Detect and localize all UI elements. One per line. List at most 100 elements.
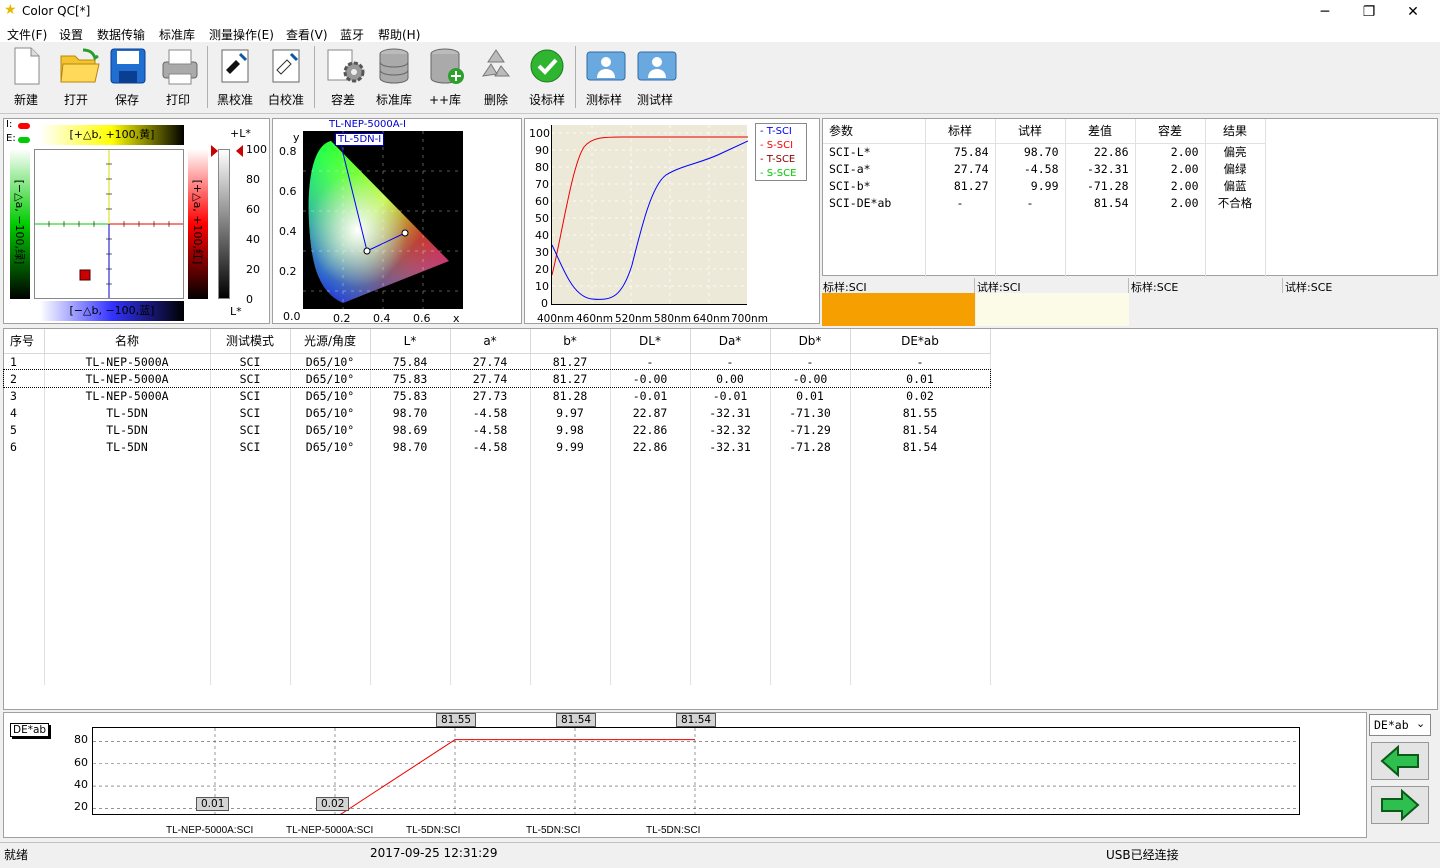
toolbar: 新建 打开 保存 打印 黑校准 白校准 容差 标准库 ++库 删除 设标样 测标… [0, 42, 1440, 114]
menu-file[interactable]: 文件(F) [7, 26, 47, 43]
standard-sci-swatch: 标样:SCI [822, 278, 975, 326]
table-cell: -71.28 [770, 438, 851, 455]
negative-a-label: [−△a, −100,绿] [13, 179, 26, 265]
table-cell: 75.84 [370, 353, 451, 370]
save-button[interactable]: 保存 [101, 46, 153, 110]
tolerance-button[interactable]: 容差 [317, 46, 369, 110]
table-cell: TL-5DN [44, 438, 211, 455]
spectrum-plot-svg [551, 125, 749, 305]
app-icon: ★ [4, 2, 17, 18]
save-label: 保存 [114, 93, 139, 107]
minimize-button[interactable]: ─ [1302, 2, 1348, 22]
l-tick: 40 [246, 233, 260, 246]
results-cell: 偏亮 [1205, 143, 1266, 160]
table-cell: 81.54 [850, 421, 991, 438]
black-calibration-button[interactable]: 黑校准 [209, 46, 261, 110]
measure-standard-button[interactable]: 测标样 [578, 46, 630, 110]
metric-dropdown[interactable]: DE*ab ⌄ [1369, 714, 1431, 736]
table-cell: 1 [4, 353, 45, 370]
folder-icon [57, 46, 100, 86]
menu-data-transfer[interactable]: 数据传输 [97, 26, 145, 43]
cie-x-tick: 0.2 [333, 312, 351, 325]
column-header[interactable]: DE*ab [850, 329, 991, 354]
menu-view[interactable]: 查看(V) [286, 26, 328, 43]
results-cell: -71.28 [1065, 177, 1136, 194]
table-cell: D65/10° [290, 353, 371, 370]
table-row[interactable]: 2 TL-NEP-5000A SCI D65/10° 75.83 27.74 81.27 -0… [3, 369, 991, 388]
standard-library-button[interactable]: 标准库 [368, 46, 420, 110]
table-cell: -4.58 [450, 421, 531, 438]
new-button[interactable]: 新建 [0, 46, 52, 110]
column-header[interactable]: b* [530, 329, 611, 354]
metric-dropdown-value: DE*ab [1374, 718, 1409, 732]
positive-b-bar: [+△b, +100,黄] [40, 125, 184, 145]
table-cell [290, 455, 371, 685]
cie-y-tick: 0.4 [279, 225, 297, 238]
table-row[interactable]: 4 TL-5DN SCI D65/10° 98.70 -4.58 9.97 22.87 -32.… [4, 404, 991, 421]
set-standard-button[interactable]: 设标样 [521, 46, 573, 110]
spectrum-y-tick: 90 [535, 144, 549, 157]
table-cell: -0.01 [610, 387, 691, 404]
next-button[interactable] [1371, 786, 1429, 824]
trend-x-label: TL-NEP-5000A:SCI [166, 825, 254, 836]
maximize-button[interactable]: ❐ [1346, 2, 1392, 22]
menu-help[interactable]: 帮助(H) [378, 26, 420, 43]
table-cell: 3 [4, 387, 45, 404]
results-cell: 偏绿 [1205, 160, 1266, 177]
column-header[interactable]: Db* [770, 329, 851, 354]
close-button[interactable]: ✕ [1390, 2, 1436, 22]
column-header[interactable]: L* [370, 329, 451, 354]
results-cell: SCI-b* [823, 177, 926, 194]
open-button[interactable]: 打开 [50, 46, 102, 110]
table-cell: SCI [210, 353, 291, 370]
column-header[interactable]: Da* [690, 329, 771, 354]
menu-settings[interactable]: 设置 [59, 26, 83, 43]
open-label: 打开 [63, 93, 88, 107]
table-row[interactable]: 1 TL-NEP-5000A SCI D65/10° 75.84 27.74 81.27- -… [4, 353, 991, 370]
results-header: 结果 [1205, 119, 1266, 144]
table-cell [530, 455, 611, 685]
table-cell [210, 455, 291, 685]
cie-y-tick: 0.6 [279, 185, 297, 198]
column-header[interactable]: 光源/角度 [290, 329, 371, 354]
table-row[interactable]: 5 TL-5DN SCI D65/10° 98.69 -4.58 9.98 22.86 -32.… [4, 421, 991, 438]
recycle-icon [477, 46, 515, 86]
trend-x-label: TL-NEP-5000A:SCI [286, 825, 374, 836]
trend-plot-svg [93, 728, 1299, 819]
menu-standard-library[interactable]: 标准库 [159, 26, 195, 43]
spectrum-y-tick: 0 [541, 297, 548, 310]
trend-value-label: 81.54 [556, 713, 597, 727]
column-header[interactable]: DL* [610, 329, 691, 354]
white-calibration-button[interactable]: 白校准 [260, 46, 312, 110]
table-cell: 9.97 [530, 404, 611, 421]
results-cell: 75.84 [925, 143, 996, 160]
column-header[interactable]: 序号 [4, 329, 45, 354]
new-file-icon [7, 46, 45, 86]
column-header[interactable]: a* [450, 329, 531, 354]
add-library-button[interactable]: ++库 [419, 46, 471, 110]
trend-metric-tag: DE*ab [10, 723, 50, 737]
results-cell: 偏蓝 [1205, 177, 1266, 194]
table-cell: -0.00 [610, 370, 691, 387]
table-cell: SCI [210, 438, 291, 455]
swatch-color [976, 293, 1129, 326]
menu-measure[interactable]: 测量操作(E) [209, 26, 274, 43]
column-header[interactable]: 名称 [44, 329, 211, 354]
measure-sample-button[interactable]: 测试样 [629, 46, 681, 110]
previous-button[interactable] [1371, 742, 1429, 780]
table-row[interactable]: 6 TL-5DN SCI D65/10° 98.70 -4.58 9.99 22.86 -32.… [4, 438, 991, 455]
results-cell: - [925, 194, 996, 211]
results-cell: 81.27 [925, 177, 996, 194]
column-header[interactable]: 测试模式 [210, 329, 291, 354]
menu-bluetooth[interactable]: 蓝牙 [340, 26, 364, 43]
title-bar: ★ Color QC[*] ─ ❐ ✕ [0, 0, 1440, 24]
print-button[interactable]: 打印 [152, 46, 204, 110]
table-row[interactable]: 3 TL-NEP-5000A SCI D65/10° 75.83 27.73 81.28 -0… [4, 387, 991, 404]
window-title: Color QC[*] [22, 4, 91, 18]
spectrum-y-tick: 100 [529, 127, 550, 140]
negative-a-bar: [−△a, −100,绿] [10, 149, 30, 299]
table-cell: -32.31 [690, 404, 771, 421]
delete-button[interactable]: 删除 [470, 46, 522, 110]
trend-x-label: TL-5DN:SCI [646, 825, 701, 836]
e-indicator [18, 137, 30, 143]
